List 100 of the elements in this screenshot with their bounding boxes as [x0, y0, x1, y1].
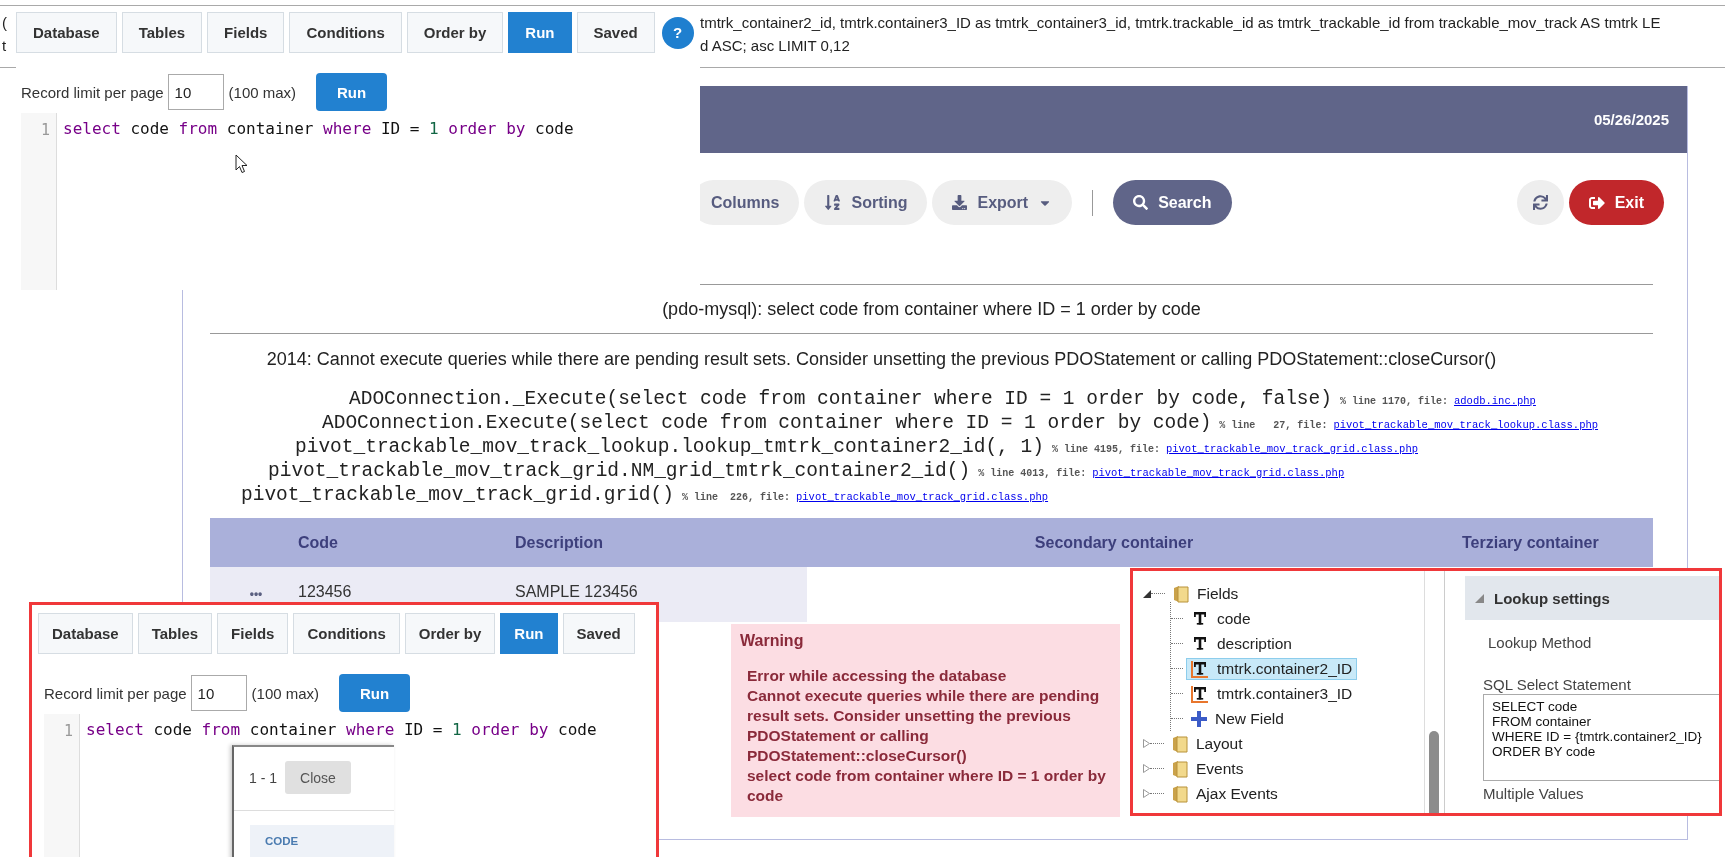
column-header[interactable]: Secondary container	[1034, 533, 1194, 552]
field-label: Record limit per page	[21, 83, 164, 101]
trace-call: pivot_trackable_mov_track_lookup.lookup_tmtrk_container2_id(, 1)	[295, 436, 1044, 458]
hint-text: (100 max)	[228, 83, 297, 101]
hint-text: (100 max)	[251, 684, 320, 702]
field-label: Multiple Values	[1483, 785, 1585, 802]
tab[interactable]: Run	[500, 613, 558, 654]
field-label: SQL Select Statement	[1483, 676, 1632, 693]
tab[interactable]: Conditions	[289, 12, 402, 53]
search-button[interactable]: Search	[1113, 180, 1232, 225]
download-icon	[952, 195, 968, 210]
expanded-triangle-icon[interactable]	[1143, 589, 1151, 598]
file-link[interactable]: pivot_trackable_mov_track_lookup.class.php	[1333, 419, 1599, 431]
tab[interactable]: Database	[38, 613, 133, 654]
file-link[interactable]: pivot_trackable_mov_track_grid.class.php	[796, 491, 1049, 503]
text-field-icon	[1191, 609, 1209, 628]
tree-item[interactable]: Ajax Events	[1167, 782, 1283, 805]
refresh-button[interactable]	[1516, 180, 1564, 225]
tab[interactable]: Database	[16, 12, 117, 53]
connection-text: (pdo-mysql): select code from container where ID = 1 order by code	[662, 298, 1201, 320]
toolbar-button[interactable]: Sorting	[804, 180, 928, 225]
collapsed-triangle-icon[interactable]	[1143, 764, 1150, 773]
line-number: 1	[63, 722, 73, 740]
folder-icon	[1172, 759, 1188, 778]
line-number: 1	[40, 121, 50, 139]
tab[interactable]: Tables	[121, 12, 203, 53]
column-header[interactable]: Description	[515, 533, 603, 552]
tab[interactable]: Conditions	[293, 613, 400, 654]
folder-icon	[1172, 734, 1188, 753]
file-link[interactable]: pivot_trackable_mov_track_grid.class.php	[1092, 467, 1345, 479]
trace-call: ADOConnection.Execute(select code from container where ID = 1 order by code)	[322, 412, 1212, 434]
run-button[interactable]: Run	[339, 674, 411, 712]
tab[interactable]: Fields	[207, 12, 285, 53]
input-field[interactable]: 10	[167, 74, 224, 110]
field-label: Lookup Method	[1488, 634, 1593, 651]
tab[interactable]: Tables	[137, 613, 213, 654]
code-line[interactable]: select code from container where ID = 1 order by code	[57, 113, 574, 139]
text-field-icon	[1191, 684, 1209, 703]
trace-line-info: % line 27, file:	[1219, 420, 1328, 431]
folder-icon	[1173, 584, 1189, 603]
trace-line-info: % line 1170, file:	[1339, 396, 1448, 407]
text-field-icon	[1191, 634, 1209, 653]
query-text: t	[2, 36, 8, 56]
trace-line-info: % line 4013, file:	[978, 468, 1087, 479]
trace-call: pivot_trackable_mov_track_grid.NM_grid_tmtrk_container2_id()	[268, 460, 971, 482]
trace-call: ADOConnection._Execute(select code from container where ID = 1 order by code, false)	[349, 388, 1332, 410]
tab[interactable]: Order by	[406, 12, 504, 53]
tab[interactable]: Saved	[562, 613, 635, 654]
code-line[interactable]: select code from container where ID = 1 order by code	[80, 714, 597, 740]
tree-item[interactable]: tmtrk.container3_ID	[1186, 682, 1358, 705]
exit-icon	[1588, 194, 1605, 211]
row-menu[interactable]: •••	[249, 587, 263, 601]
section-header[interactable]: Lookup settings	[1465, 576, 1719, 620]
plus-icon	[1191, 710, 1207, 727]
warning-title: Warning	[740, 632, 805, 650]
field-label: Record limit per page	[44, 684, 187, 702]
file-link[interactable]: pivot_trackable_mov_track_grid.class.php	[1165, 443, 1418, 455]
search-icon	[1133, 195, 1149, 210]
tree-item[interactable]: Layout	[1167, 732, 1248, 755]
tab[interactable]: Saved	[576, 12, 655, 53]
sql-field[interactable]: SELECT code FROM container WHERE ID = {tmtrk.container2_ID} ORDER BY code	[1483, 694, 1719, 781]
mouse-cursor-icon	[235, 154, 248, 174]
column-header: CODE	[250, 825, 394, 857]
collapsed-triangle-icon[interactable]	[1143, 789, 1150, 798]
warning-text: Error while accessing the database	[747, 666, 1008, 686]
scrollbar-thumb[interactable]	[1429, 731, 1439, 813]
column-header[interactable]: Code	[298, 533, 338, 552]
record-count: 1 - 1	[249, 769, 277, 786]
collapsed-triangle-icon[interactable]	[1143, 739, 1150, 748]
date-text: 05/26/2025	[1593, 111, 1669, 128]
tab[interactable]: Order by	[404, 613, 496, 654]
warning-text: Cannot execute queries while there are pending result sets. Consider unsetting the previous PDOStatement or calling PDOStatement::closeCursor()	[747, 686, 1101, 766]
tree-item[interactable]: code	[1186, 607, 1256, 630]
collapse-triangle-icon	[1475, 593, 1484, 603]
trace-call: pivot_trackable_mov_track_grid.grid()	[241, 484, 674, 506]
tab[interactable]: Fields	[217, 613, 289, 654]
exit-button[interactable]: Exit	[1568, 180, 1664, 225]
column-header[interactable]: Terziary container	[1421, 533, 1599, 552]
query-text: tmtrk_container2_id, tmtrk.container3_ID as tmtrk_container3_id, tmtrk.trackable_id as tmtrk_trackable_id from trackable_mov_track AS tmtrk LE	[700, 13, 1661, 33]
input-field[interactable]: 10	[190, 675, 247, 711]
query-text: (	[2, 13, 8, 33]
sort-icon	[824, 194, 842, 211]
tree-item[interactable]: New Field	[1186, 707, 1289, 730]
tab[interactable]: Run	[508, 12, 572, 53]
run-button[interactable]: Run	[316, 73, 388, 111]
tree-item[interactable]: description	[1186, 632, 1297, 655]
file-link[interactable]: adodb.inc.php	[1454, 395, 1536, 407]
tree-item[interactable]: Fields	[1168, 582, 1244, 605]
folder-icon	[1172, 784, 1188, 803]
tree-item[interactable]: Events	[1167, 757, 1249, 780]
refresh-icon	[1532, 195, 1548, 210]
text-field-icon	[1191, 659, 1209, 678]
tree-item[interactable]: tmtrk.container2_ID	[1186, 657, 1358, 680]
error-message: 2014: Cannot execute queries while there are pending result sets. Consider unsetting the previous PDOStatement or calling PDOStatement::closeCursor()	[266, 349, 1497, 369]
help-button[interactable]: ?	[661, 16, 694, 49]
query-text: d ASC; asc LIMIT 0,12	[700, 36, 851, 56]
close-button[interactable]: Close	[285, 761, 351, 794]
toolbar-button[interactable]: Export	[932, 180, 1073, 225]
warning-text: select code from container where ID = 1 order by code	[747, 766, 1107, 806]
trace-line-info: % line 4195, file:	[1051, 444, 1160, 455]
